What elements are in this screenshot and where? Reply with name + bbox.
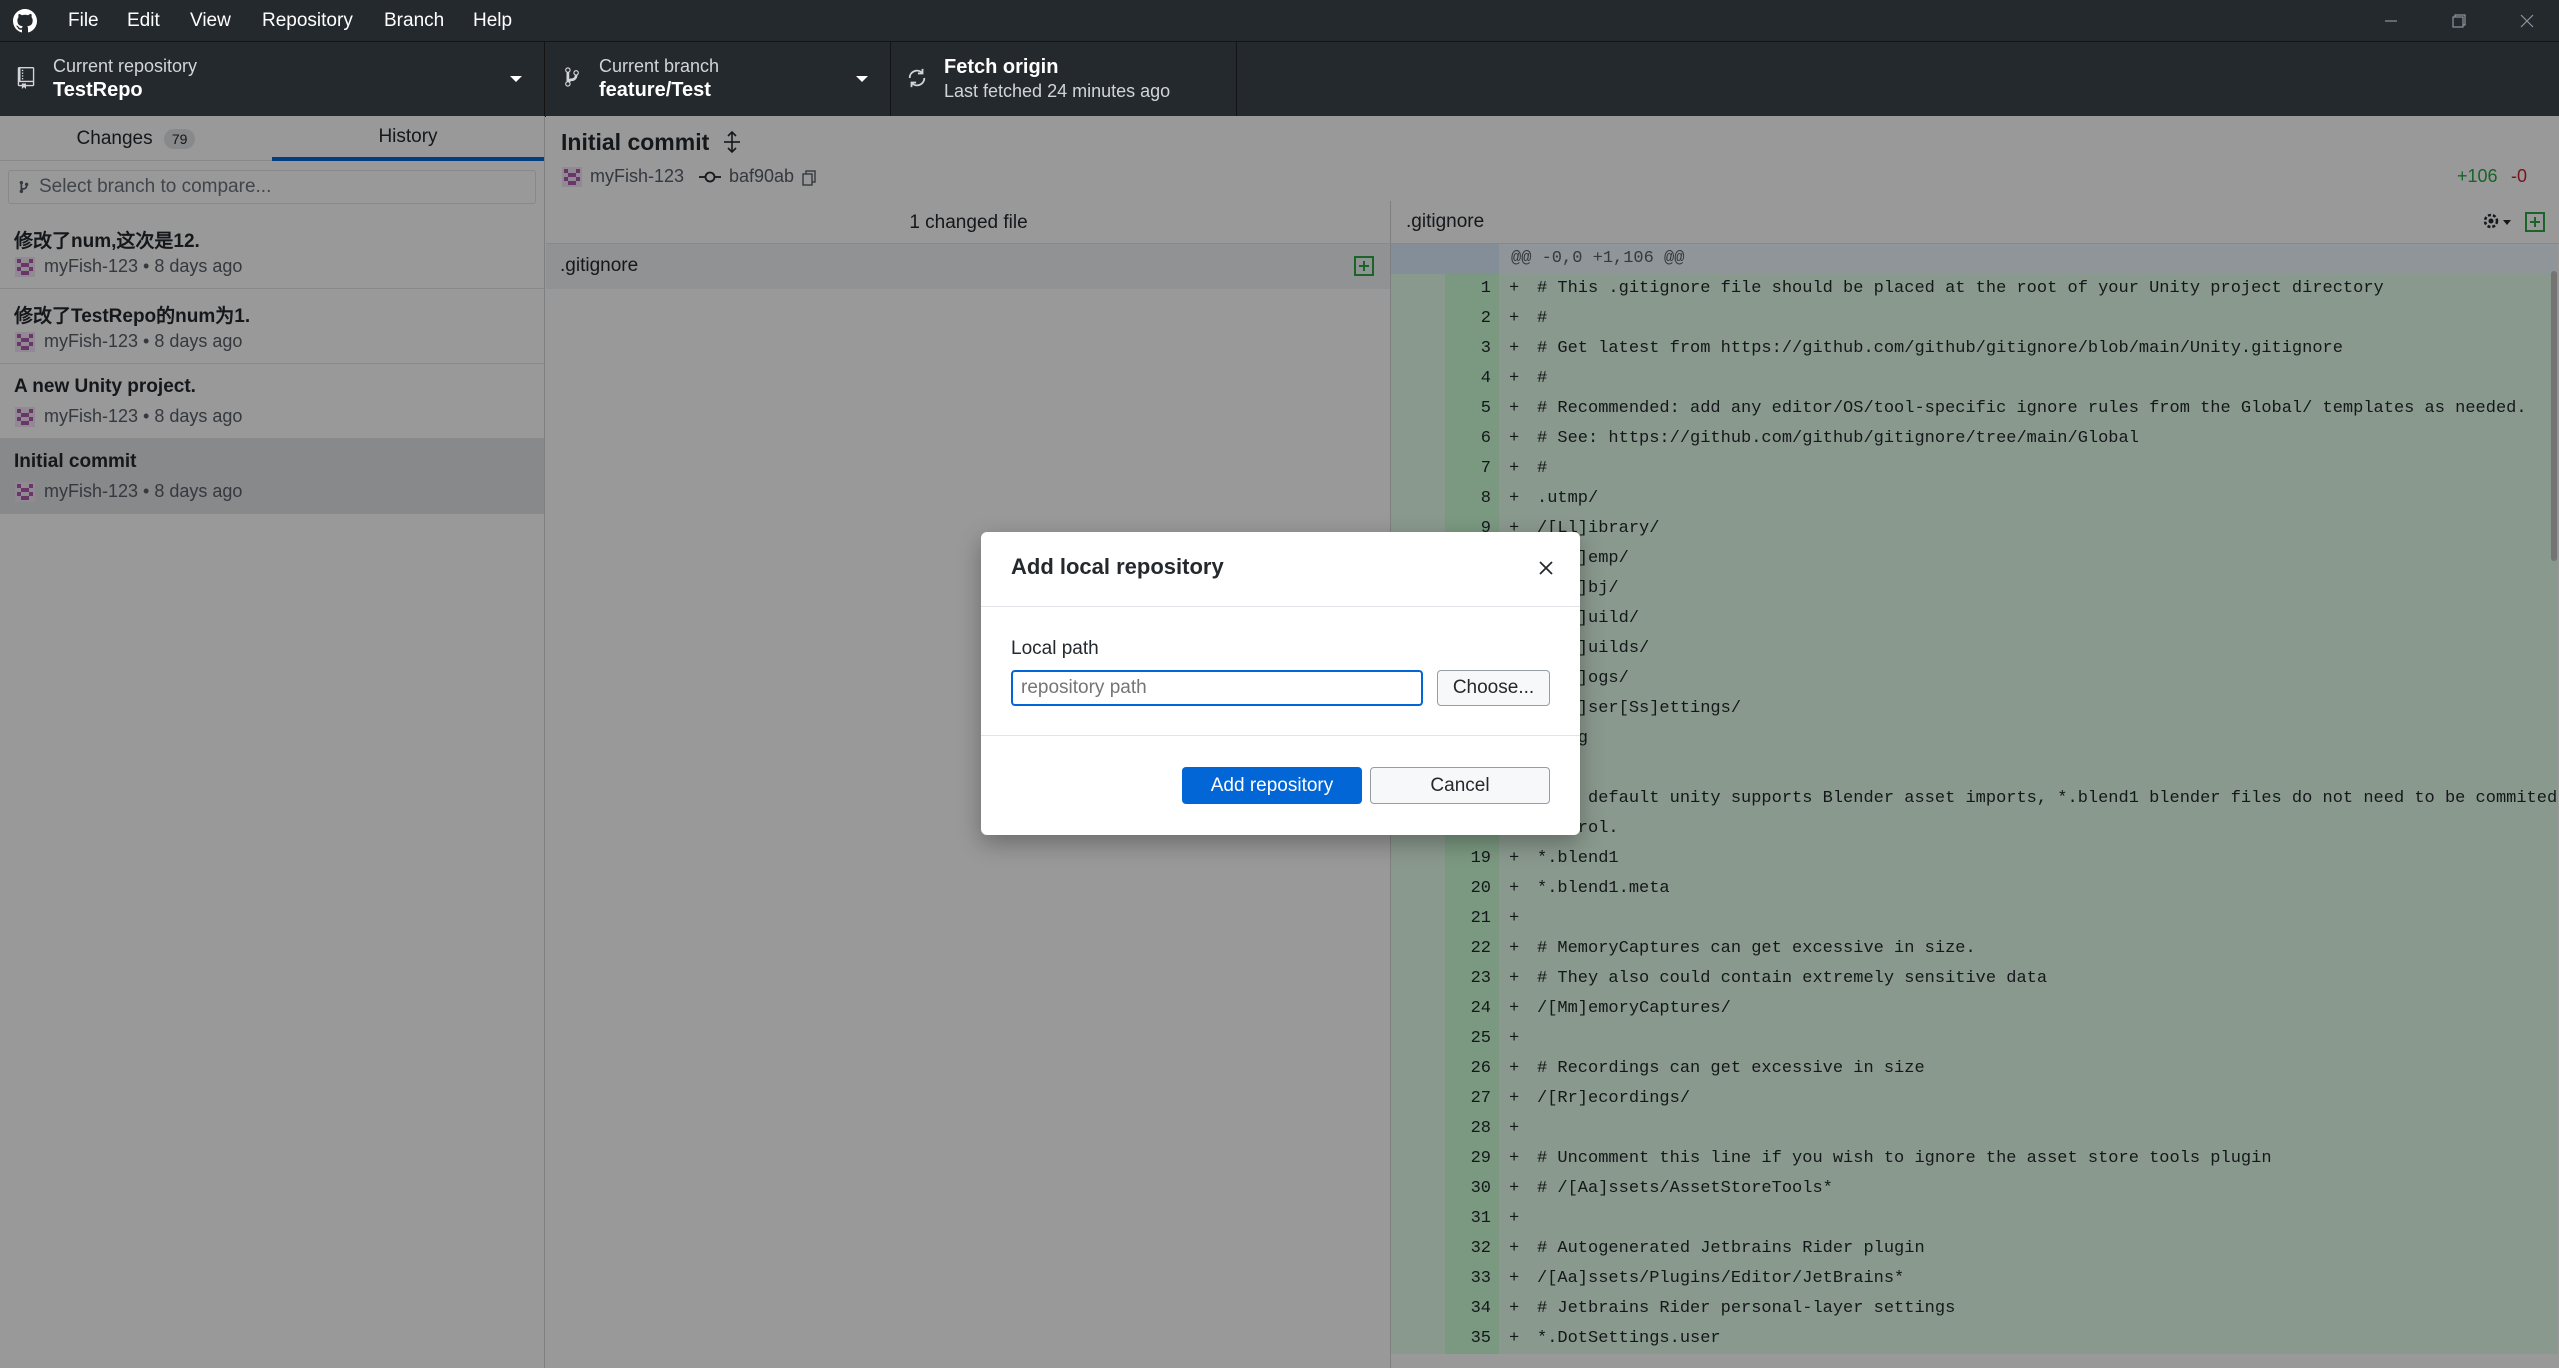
current-repository-dropdown[interactable]: Current repository TestRepo (0, 42, 545, 117)
current-repository-name: TestRepo (53, 79, 143, 101)
current-branch-dropdown[interactable]: Current branch feature/Test (545, 42, 891, 117)
restore-icon (2452, 13, 2466, 28)
menu-repository[interactable]: Repository (254, 0, 361, 41)
current-repository-label: Current repository (53, 56, 198, 76)
fetch-origin-status: Last fetched 24 minutes ago (944, 81, 1171, 101)
restore-button[interactable] (2425, 0, 2493, 41)
repo-icon (16, 67, 36, 89)
close-icon (1539, 561, 1553, 575)
github-logo-icon (13, 9, 37, 33)
minimize-button[interactable] (2357, 0, 2425, 41)
minimize-icon (2385, 19, 2397, 22)
title-bar: File Edit View Repository Branch Help (0, 0, 2559, 41)
menu-view[interactable]: View (182, 0, 239, 41)
toolbar: Current repository TestRepo Current bran… (0, 41, 2559, 117)
divider (981, 606, 1580, 607)
dialog-title: Add local repository (1011, 554, 1224, 579)
menu-file[interactable]: File (60, 0, 107, 41)
local-path-input[interactable] (1011, 670, 1423, 706)
divider (981, 735, 1580, 736)
close-icon (2520, 14, 2534, 27)
menu-edit[interactable]: Edit (119, 0, 168, 41)
sync-icon (906, 67, 928, 89)
chevron-down-icon (855, 74, 869, 84)
add-local-repository-dialog: Add local repository Local path Choose..… (981, 532, 1580, 835)
close-dialog-button[interactable] (1539, 561, 1553, 575)
close-window-button[interactable] (2493, 0, 2559, 41)
cancel-button[interactable]: Cancel (1370, 767, 1550, 804)
current-branch-label: Current branch (599, 56, 720, 76)
fetch-origin-button[interactable]: Fetch origin Last fetched 24 minutes ago (891, 42, 1237, 117)
menu-help[interactable]: Help (465, 0, 520, 41)
fetch-origin-title: Fetch origin (944, 56, 1059, 78)
local-path-label: Local path (1011, 638, 1099, 659)
choose-button[interactable]: Choose... (1437, 670, 1550, 706)
chevron-down-icon (509, 74, 523, 84)
menu-branch[interactable]: Branch (376, 0, 452, 41)
add-repository-button[interactable]: Add repository (1182, 767, 1362, 804)
current-branch-name: feature/Test (599, 79, 711, 101)
git-branch-icon (563, 66, 581, 88)
